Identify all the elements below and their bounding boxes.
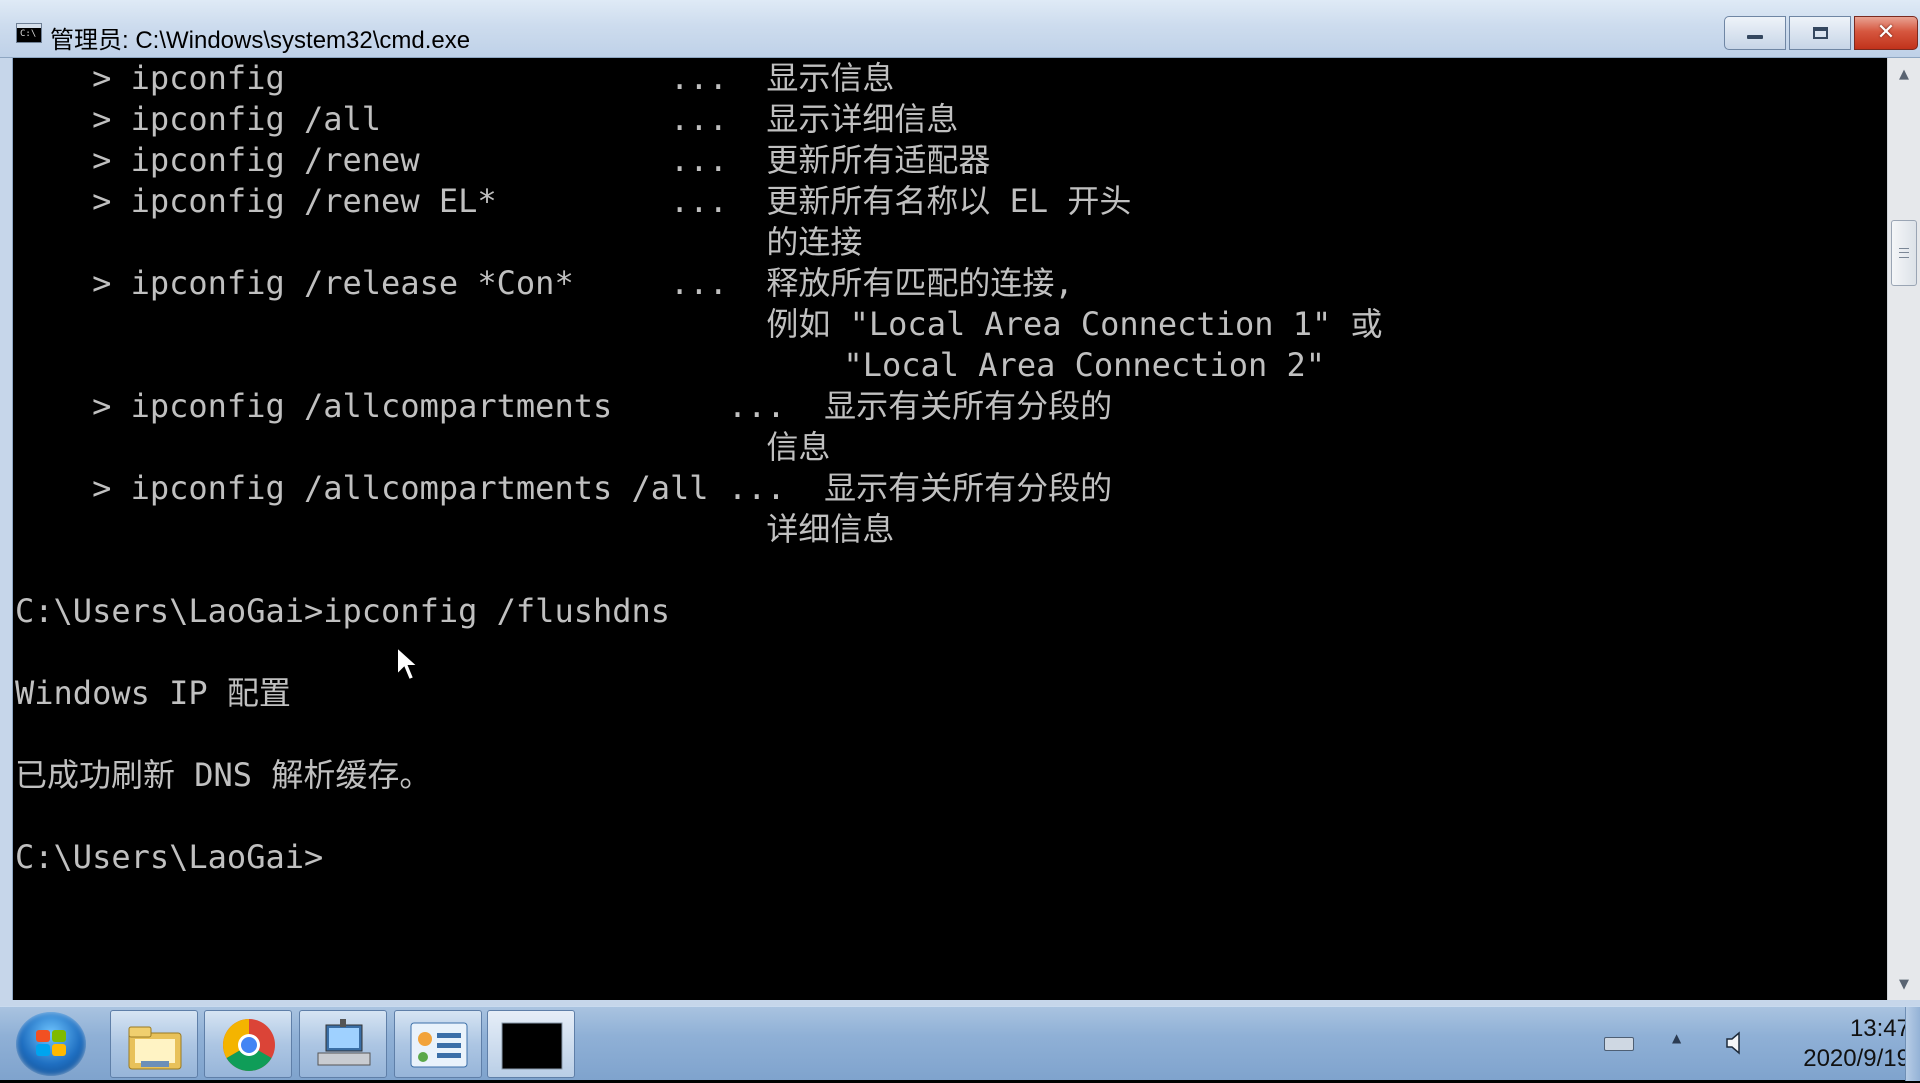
window-frame-left	[0, 58, 13, 1004]
cmd-app-icon: C:\	[16, 23, 42, 43]
show-hidden-icons-icon[interactable]: ▲	[1672, 1031, 1681, 1045]
windows-logo-icon	[36, 1030, 50, 1042]
console-prompt-line[interactable]: C:\Users\LaoGai>	[15, 837, 323, 877]
console-line: > ipconfig ... 显示信息	[15, 59, 895, 97]
console-line: > ipconfig /allcompartments ... 显示有关所有分段…	[15, 387, 1113, 425]
windows-logo-pane	[36, 1044, 50, 1056]
console-line: "Local Area Connection 2"	[15, 346, 1326, 384]
taskbar-control-panel-button[interactable]	[394, 1010, 482, 1078]
scrollbar-thumb[interactable]	[1891, 220, 1917, 286]
system-tray: ▲ 13:47 2020/9/19	[1590, 1007, 1920, 1081]
keyboard-icon[interactable]	[1604, 1037, 1634, 1051]
clock-time: 13:47	[1849, 1015, 1910, 1042]
taskbar-cmd-button[interactable]	[487, 1010, 575, 1078]
folder-icon	[128, 1026, 182, 1070]
console-line: > ipconfig /renew ... 更新所有适配器	[15, 141, 991, 179]
console-line: 例如 "Local Area Connection 1" 或	[15, 305, 1383, 343]
taskbar-chrome-button[interactable]	[204, 1010, 292, 1078]
window-title: 管理员: C:\Windows\system32\cmd.exe	[50, 27, 471, 54]
console-line: 信息	[15, 428, 831, 466]
close-icon: ✕	[1876, 20, 1896, 45]
console-line: > ipconfig /release *Con* ... 释放所有匹配的连接,	[15, 264, 1074, 302]
grip-icon	[1899, 248, 1909, 258]
console-line: 的连接	[15, 223, 863, 261]
taskbar-network-button[interactable]	[299, 1010, 387, 1078]
mouse-pointer-icon	[396, 645, 419, 682]
console-line: Windows IP 配置	[15, 674, 291, 712]
maximize-button[interactable]	[1789, 16, 1851, 50]
close-button[interactable]: ✕	[1854, 16, 1918, 50]
console-line: > ipconfig /allcompartments /all ... 显示有…	[15, 469, 1113, 507]
network-computer-icon	[317, 1019, 371, 1066]
console-line: > ipconfig /renew EL* ... 更新所有名称以 EL 开头	[15, 182, 1132, 220]
volume-icon[interactable]	[1724, 1029, 1746, 1057]
windows-logo-pane	[52, 1030, 66, 1042]
console-output[interactable]: > ipconfig ... 显示信息 > ipconfig /all ... …	[13, 58, 1887, 1000]
clock[interactable]: 13:47 2020/9/19	[1770, 1015, 1910, 1075]
console-line: > ipconfig /all ... 显示详细信息	[15, 100, 959, 138]
minimize-icon	[1747, 35, 1763, 39]
clock-date: 2020/9/19	[1803, 1045, 1910, 1072]
console-line: C:\Users\LaoGai>ipconfig /flushdns	[15, 592, 671, 630]
title-bar[interactable]: C:\ 管理员: C:\Windows\system32\cmd.exe ✕	[0, 0, 1920, 58]
scroll-up-button[interactable]: ▲	[1888, 58, 1920, 90]
taskbar-file-explorer-button[interactable]	[110, 1010, 198, 1078]
command-prompt-icon	[501, 1022, 563, 1070]
chrome-icon	[223, 1019, 275, 1071]
console-line: 详细信息	[15, 510, 895, 548]
maximize-icon	[1812, 27, 1828, 39]
scroll-down-button[interactable]: ▼	[1888, 968, 1920, 1000]
control-panel-icon	[410, 1022, 468, 1068]
start-button[interactable]	[16, 1012, 86, 1076]
minimize-button[interactable]	[1724, 16, 1786, 50]
taskbar: ▲ 13:47 2020/9/19	[0, 1006, 1920, 1081]
console-line: 已成功刷新 DNS 解析缓存。	[15, 756, 432, 794]
show-desktop-button[interactable]	[1905, 1007, 1920, 1081]
vertical-scrollbar[interactable]: ▲ ▼	[1887, 58, 1920, 1000]
windows-logo-pane	[52, 1044, 66, 1056]
